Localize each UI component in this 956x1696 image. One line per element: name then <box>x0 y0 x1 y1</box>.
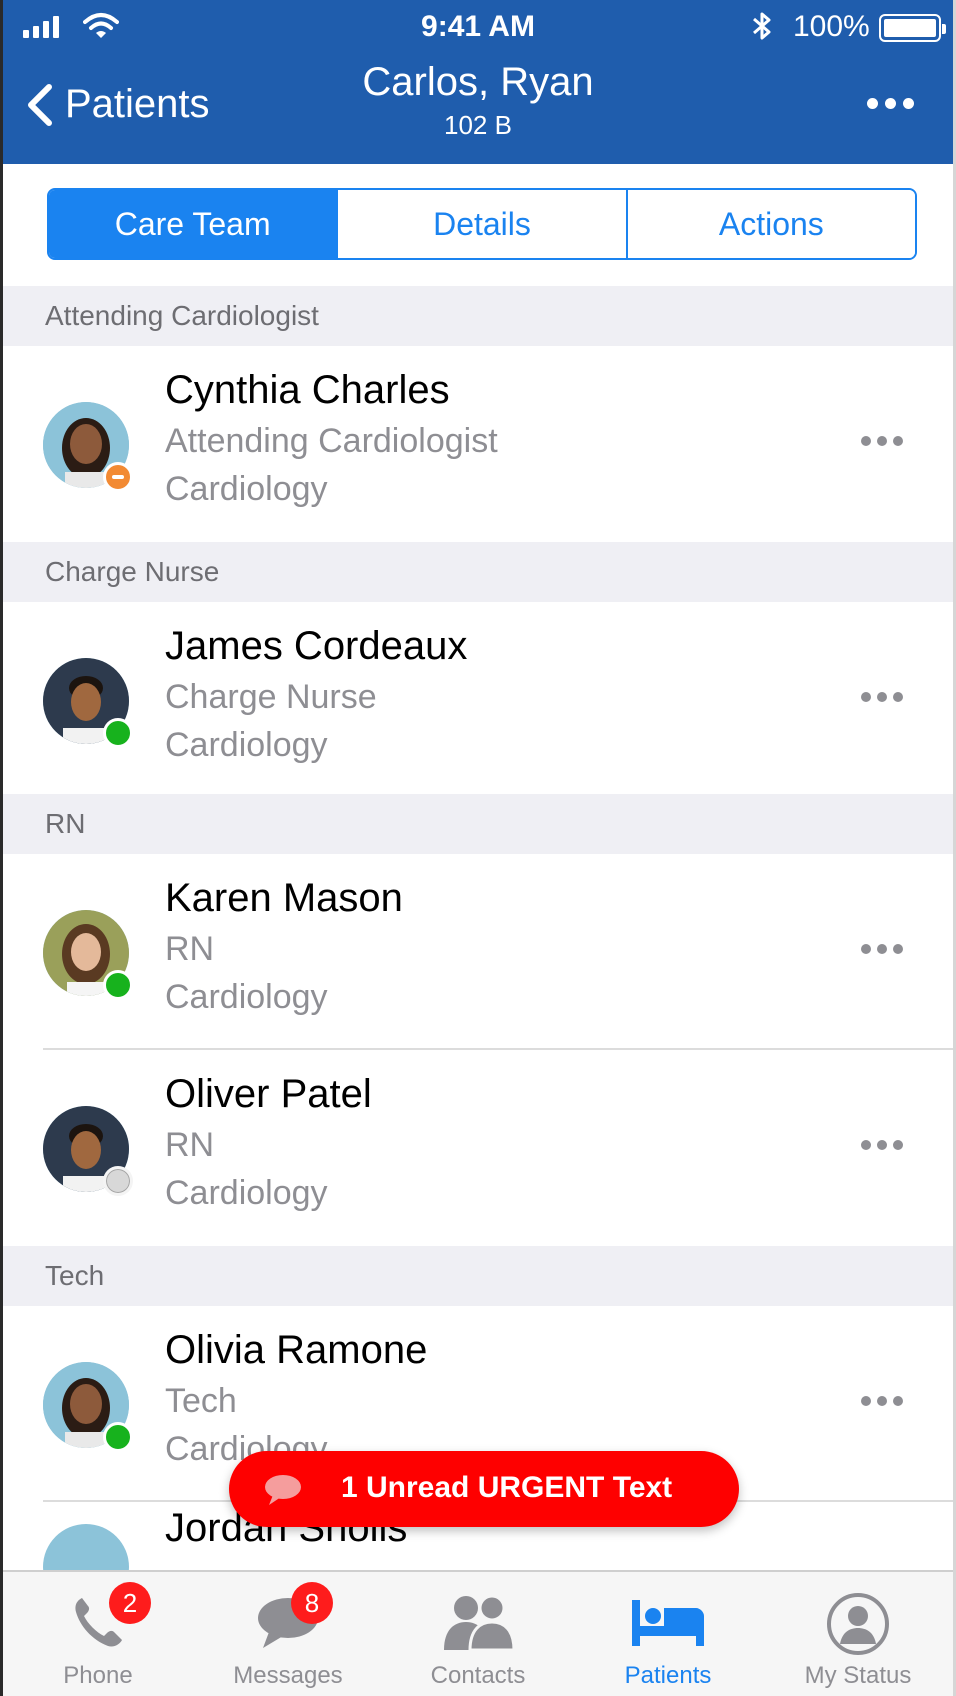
urgent-message-text: 1 Unread URGENT Text <box>341 1471 673 1504</box>
navigation-header: 9:41 AM 100% Patients Carlos, Ryan 102 B <box>3 0 953 164</box>
status-bar: 9:41 AM 100% <box>3 0 953 56</box>
urgent-message-button[interactable]: 1 Unread URGENT Text <box>229 1451 739 1527</box>
tab-label: My Status <box>804 1662 912 1689</box>
phone-badge: 2 <box>109 1582 151 1624</box>
member-role: RN <box>165 930 215 968</box>
online-status-icon <box>103 1422 133 1452</box>
tab-label: Contacts <box>430 1662 526 1689</box>
tab-contacts[interactable]: Contacts <box>383 1572 573 1696</box>
member-department: Cardiology <box>165 1174 328 1212</box>
busy-status-icon <box>103 462 133 492</box>
member-role: Attending Cardiologist <box>165 422 498 460</box>
battery-icon <box>879 14 946 42</box>
section-header: Charge Nurse <box>3 542 953 602</box>
member-department: Cardiology <box>165 726 328 764</box>
messages-badge: 8 <box>291 1582 333 1624</box>
tab-actions[interactable]: Actions <box>627 190 915 258</box>
member-name: James Cordeaux <box>165 624 468 668</box>
tab-label: Messages <box>233 1662 343 1689</box>
avatar <box>43 1362 133 1452</box>
tab-label: Phone <box>63 1662 133 1689</box>
member-more-icon[interactable] <box>861 944 903 954</box>
avatar <box>43 1106 133 1196</box>
member-role: RN <box>165 1126 215 1164</box>
online-status-icon <box>103 718 133 748</box>
member-department: Cardiology <box>165 978 328 1016</box>
section-header: Attending Cardiologist <box>3 286 953 346</box>
tab-details[interactable]: Details <box>338 190 628 258</box>
care-team-member-row[interactable]: Cynthia Charles Attending Cardiologist C… <box>3 346 953 542</box>
chat-bubble-icon <box>265 1475 301 1505</box>
patient-name-title: Carlos, Ryan <box>362 60 594 104</box>
tab-phone[interactable]: 2 Phone <box>3 1572 193 1696</box>
tab-my-status[interactable]: My Status <box>763 1572 953 1696</box>
member-name: Oliver Patel <box>165 1072 372 1116</box>
tab-label: Patients <box>624 1662 712 1689</box>
tab-care-team[interactable]: Care Team <box>49 190 339 258</box>
my-status-icon <box>827 1593 889 1655</box>
avatar <box>43 658 133 748</box>
tab-messages[interactable]: 8 Messages <box>193 1572 383 1696</box>
member-more-icon[interactable] <box>861 436 903 446</box>
patient-room-subtitle: 102 B <box>444 110 512 140</box>
care-team-member-row[interactable]: Karen Mason RN Cardiology <box>3 854 953 1050</box>
member-role: Tech <box>165 1382 237 1420</box>
bluetooth-icon <box>751 10 773 49</box>
section-header: Tech <box>3 1246 953 1306</box>
online-status-icon <box>103 970 133 1000</box>
section-header: RN <box>3 794 953 854</box>
contacts-icon <box>444 1594 516 1652</box>
care-team-member-row[interactable]: Oliver Patel RN Cardiology <box>3 1050 953 1246</box>
avatar <box>43 402 133 492</box>
segmented-control: Care Team Details Actions <box>47 188 917 260</box>
member-more-icon[interactable] <box>861 692 903 702</box>
offline-status-icon <box>103 1166 133 1196</box>
member-name: Cynthia Charles <box>165 368 450 412</box>
member-more-icon[interactable] <box>861 1396 903 1406</box>
battery-percentage: 100% <box>793 10 870 43</box>
bottom-tab-bar: 2 Phone 8 Messages Contacts Patients My … <box>3 1570 953 1696</box>
member-department: Cardiology <box>165 470 328 508</box>
member-role: Charge Nurse <box>165 678 377 716</box>
more-options-icon[interactable] <box>867 98 914 109</box>
phone-screen: 9:41 AM 100% Patients Carlos, Ryan 102 B… <box>0 0 956 1696</box>
tab-patients[interactable]: Patients <box>573 1572 763 1696</box>
patients-bed-icon <box>632 1600 704 1646</box>
care-team-member-row[interactable]: James Cordeaux Charge Nurse Cardiology <box>3 602 953 794</box>
avatar <box>43 910 133 1000</box>
member-name: Olivia Ramone <box>165 1328 428 1372</box>
member-name: Karen Mason <box>165 876 403 920</box>
member-more-icon[interactable] <box>861 1140 903 1150</box>
